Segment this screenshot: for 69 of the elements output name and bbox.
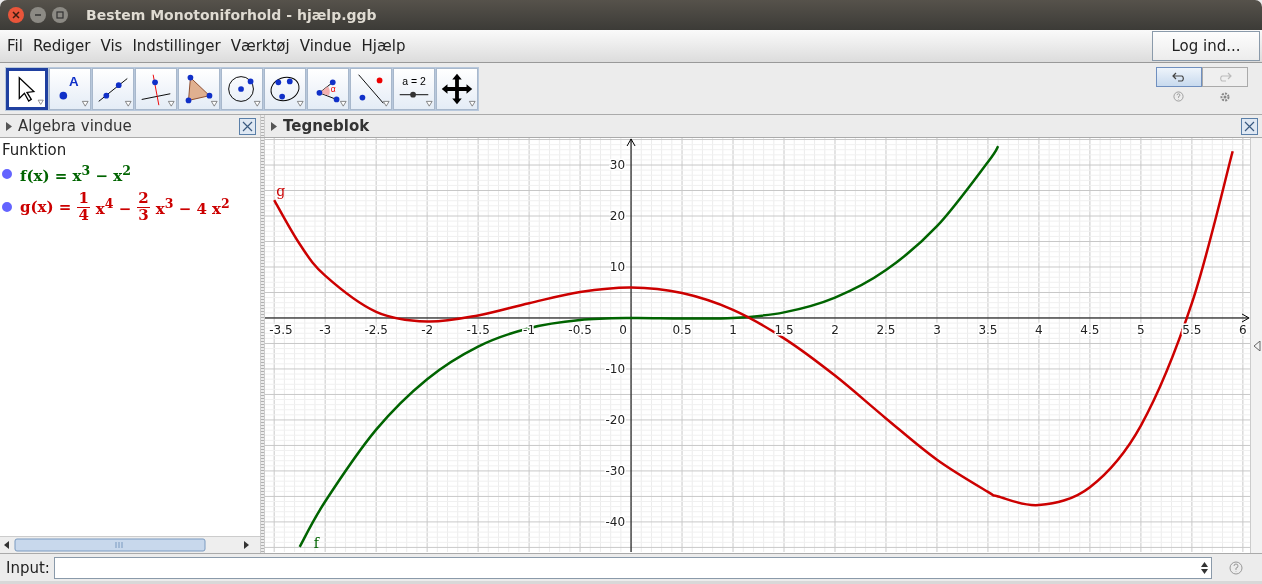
- tick-label: 0.5: [672, 323, 692, 337]
- login-button[interactable]: Log ind...: [1152, 31, 1260, 61]
- tool-button[interactable]: [436, 68, 478, 110]
- menu-item[interactable]: Indstillinger: [127, 37, 226, 55]
- menu-item[interactable]: Hjælp: [356, 37, 411, 55]
- triangle-icon[interactable]: [271, 121, 277, 131]
- input-label: Input:: [6, 558, 50, 577]
- menu-item[interactable]: Rediger: [27, 37, 96, 55]
- input-field[interactable]: [53, 556, 1212, 579]
- window-title: Bestem Monotoniforhold - hjælp.ggb: [86, 7, 377, 23]
- up-down-arrows-icon[interactable]: [1201, 561, 1208, 574]
- tick-label: -0.5: [568, 323, 592, 337]
- tool-button[interactable]: [92, 68, 134, 110]
- tick-label: 4: [1035, 323, 1043, 337]
- tick-label: -2: [421, 323, 434, 337]
- tick-label: -3.5: [269, 323, 293, 337]
- tick-label: 1.5: [774, 323, 794, 337]
- tick-label: -30: [605, 463, 626, 478]
- close-button[interactable]: [239, 117, 256, 135]
- tick-label: 2: [831, 323, 839, 337]
- panel-title: Algebra vindue: [18, 117, 132, 135]
- tick-label: 3: [933, 323, 941, 337]
- tick-label: -3: [319, 323, 332, 337]
- tick-label: 10: [609, 260, 626, 274]
- tick-label: 2.5: [876, 323, 896, 337]
- tool-button[interactable]: A: [49, 68, 91, 110]
- tick-label: 4.5: [1080, 323, 1100, 337]
- tool-button[interactable]: [350, 68, 392, 110]
- undo-button[interactable]: [1156, 67, 1202, 87]
- tick-label: 30: [609, 158, 626, 172]
- menu-item[interactable]: Værktøj: [225, 37, 295, 55]
- tool-button[interactable]: [221, 68, 263, 110]
- tick-label: 20: [609, 209, 626, 223]
- tick-label: 1: [729, 323, 737, 337]
- curve-label: g: [276, 183, 286, 200]
- tool-button[interactable]: [6, 68, 48, 110]
- visibility-dot[interactable]: [2, 202, 12, 213]
- redo-arrow-icon: [1218, 72, 1232, 82]
- menu-item[interactable]: Vindue: [294, 37, 357, 55]
- tick-label: 0: [619, 323, 627, 337]
- tool-button[interactable]: [135, 68, 177, 110]
- undo-arrow-icon: [1172, 72, 1186, 82]
- menu-item[interactable]: Fil: [2, 37, 28, 55]
- maximize-icon[interactable]: [52, 7, 68, 23]
- settings-icon[interactable]: [1218, 91, 1231, 103]
- tool-button[interactable]: [264, 68, 306, 110]
- menu-item[interactable]: Vis: [95, 37, 128, 55]
- close-button[interactable]: [1241, 117, 1258, 135]
- tool-button[interactable]: a = 2: [393, 68, 435, 110]
- tick-label: 5: [1137, 323, 1145, 337]
- triangle-icon[interactable]: [6, 121, 12, 131]
- category-heading: Funktion: [1, 140, 68, 159]
- tool-button[interactable]: α: [307, 68, 349, 110]
- tick-label: -1.5: [466, 323, 490, 337]
- close-icon[interactable]: [8, 7, 24, 23]
- tick-label: -10: [605, 361, 626, 376]
- formula[interactable]: f(x) = x$^{3}$ − x$^{2}$: [20, 163, 131, 185]
- triangle-icon[interactable]: [1252, 340, 1261, 351]
- curve-label: f: [313, 535, 319, 551]
- minimize-icon[interactable]: [30, 7, 46, 23]
- tick-label: -2.5: [364, 323, 388, 337]
- tick-label: 3.5: [978, 323, 998, 337]
- tool-button[interactable]: [178, 68, 220, 110]
- tick-label: 6: [1239, 323, 1247, 337]
- tick-label: 5.5: [1182, 323, 1202, 337]
- panel-title: Tegneblok: [283, 117, 370, 135]
- visibility-dot[interactable]: [2, 169, 12, 179]
- tick-label: -40: [605, 514, 626, 529]
- tick-label: -20: [605, 412, 626, 427]
